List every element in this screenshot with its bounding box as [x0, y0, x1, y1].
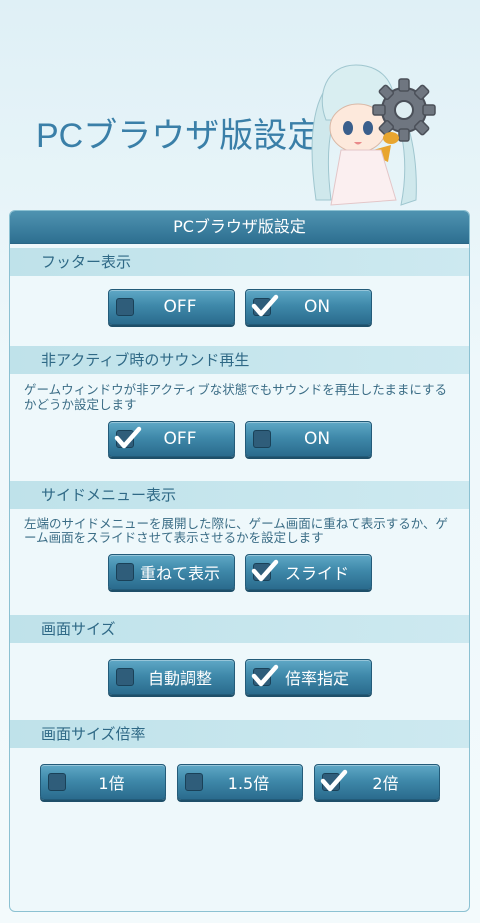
- section-title: 画面サイズ: [10, 615, 469, 643]
- section-title: 画面サイズ倍率: [10, 720, 469, 748]
- scale-1x-button[interactable]: 1倍: [39, 764, 166, 800]
- option-group: OFF ON: [10, 412, 469, 457]
- auto-adjust-button[interactable]: 自動調整: [107, 659, 235, 695]
- section-inactive-sound: 非アクティブ時のサウンド再生 ゲームウィンドウが非アクティブな状態でもサウンドを…: [10, 346, 469, 457]
- section-title: フッター表示: [10, 248, 469, 276]
- section-title: サイドメニュー表示: [10, 481, 469, 509]
- scale-1-5x-button[interactable]: 1.5倍: [176, 764, 303, 800]
- section-screen-scale: 画面サイズ倍率 1倍 1.5倍 2倍: [10, 720, 469, 800]
- checkbox-icon: [115, 668, 134, 686]
- section-description: 左端のサイドメニューを展開した際に、ゲーム画面に重ねて表示するか、ゲーム画面をス…: [24, 516, 449, 545]
- checkbox-icon: [184, 773, 203, 791]
- sound-on-button[interactable]: ON: [244, 421, 372, 457]
- scale-2x-button[interactable]: 2倍: [313, 764, 440, 800]
- gear-icon: [372, 78, 436, 142]
- page-header: PCブラウザ版設定: [0, 0, 480, 210]
- section-title: 非アクティブ時のサウンド再生: [10, 346, 469, 374]
- checkbox-icon: [47, 773, 66, 791]
- mascot-illustration: [311, 64, 436, 206]
- option-group: 自動調整 倍率指定: [10, 643, 469, 695]
- checkbox-icon: [115, 298, 134, 316]
- footer-on-button[interactable]: ON: [244, 289, 372, 325]
- checkmark-icon: [251, 294, 278, 317]
- footer-off-button[interactable]: OFF: [107, 289, 235, 325]
- panel-header: PCブラウザ版設定: [10, 211, 469, 244]
- option-group: 1倍 1.5倍 2倍: [10, 748, 469, 800]
- section-footer-display: フッター表示 OFF ON: [10, 248, 469, 325]
- sound-off-button[interactable]: OFF: [107, 421, 235, 457]
- section-side-menu: サイドメニュー表示 左端のサイドメニューを展開した際に、ゲーム画面に重ねて表示す…: [10, 481, 469, 590]
- checkbox-icon: [252, 430, 271, 448]
- checkmark-icon: [251, 664, 278, 687]
- section-description: ゲームウィンドウが非アクティブな状態でもサウンドを再生したままにするかどうか設定…: [24, 382, 448, 412]
- checkmark-icon: [320, 769, 347, 792]
- checkbox-icon: [115, 563, 134, 581]
- overlay-display-button[interactable]: 重ねて表示: [107, 554, 235, 590]
- checkmark-icon: [114, 426, 141, 449]
- section-screen-size: 画面サイズ 自動調整 倍率指定: [10, 615, 469, 695]
- option-group: 重ねて表示 スライド: [10, 545, 469, 590]
- scale-specify-button[interactable]: 倍率指定: [244, 659, 372, 695]
- checkmark-icon: [251, 559, 278, 582]
- slide-button[interactable]: スライド: [244, 554, 372, 590]
- option-group: OFF ON: [10, 276, 469, 325]
- settings-panel: PCブラウザ版設定 フッター表示 OFF ON 非アクティブ時のサウンド再生 ゲ…: [9, 210, 470, 912]
- page-title: PCブラウザ版設定: [36, 117, 322, 155]
